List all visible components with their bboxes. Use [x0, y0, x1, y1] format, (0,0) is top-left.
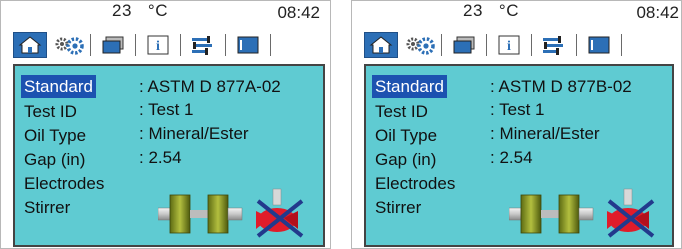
row-gap-label[interactable]: Gap (in)	[21, 148, 88, 171]
row-test-id-value: : Test 1	[490, 100, 545, 119]
row-gap-value: : 2.54	[139, 148, 182, 167]
tab-separator	[621, 34, 622, 56]
screen-left: 23 °C 08:42 i Standard: ASTM D 877A-02 …	[0, 0, 331, 249]
test-parameters-panel: Standard : ASTM D 877B-02 Test ID : Test…	[364, 64, 674, 247]
temperature-value: 23	[112, 1, 132, 20]
screen-right: 23 °C 08:42 i Standard: ASTM D 877B-02 …	[351, 0, 682, 249]
tab-info[interactable]: i	[490, 33, 528, 57]
tab-separator	[531, 34, 532, 56]
temperature-readout: 23 °C	[112, 1, 168, 21]
tab-chart[interactable]	[229, 33, 267, 57]
tab-bar: i	[13, 31, 274, 59]
temperature-unit: °C	[498, 1, 519, 20]
document-icon	[588, 36, 610, 54]
tab-separator	[90, 34, 91, 56]
info-icon: i	[147, 35, 169, 55]
electrodes-icon	[158, 194, 243, 234]
tab-separator	[135, 34, 136, 56]
test-parameters-panel: Standard : ASTM D 877A-02 Test ID : Test…	[13, 64, 325, 247]
row-oil-type-value: : Mineral/Ester	[490, 124, 600, 143]
tab-separator	[576, 34, 577, 56]
row-gap-value: : 2.54	[490, 148, 533, 167]
row-stirrer-label[interactable]: Stirrer	[372, 196, 424, 219]
electrodes-icon	[509, 194, 594, 234]
tab-info[interactable]: i	[139, 33, 177, 57]
tab-folder[interactable]	[445, 33, 483, 57]
tab-separator	[486, 34, 487, 56]
home-icon	[18, 36, 42, 54]
tab-separator	[180, 34, 181, 56]
svg-text:i: i	[156, 39, 160, 54]
row-standard-label[interactable]: Standard	[21, 75, 96, 98]
document-icon	[237, 36, 259, 54]
folder-icon	[453, 36, 475, 54]
tab-adjust[interactable]	[535, 33, 573, 57]
row-oil-type-label[interactable]: Oil Type	[372, 124, 440, 147]
clock: 08:42	[277, 3, 320, 22]
tab-separator	[441, 34, 442, 56]
stirrer-disabled-icon	[607, 188, 655, 238]
tab-folder[interactable]	[94, 33, 132, 57]
tab-bar: i	[364, 31, 625, 59]
row-test-id-label[interactable]: Test ID	[372, 100, 431, 123]
row-standard-value: : ASTM D 877B-02	[490, 77, 632, 96]
tab-settings[interactable]	[402, 33, 438, 57]
row-gap-label[interactable]: Gap (in)	[372, 148, 439, 171]
row-oil-type-value: : Mineral/Ester	[139, 124, 249, 143]
tab-separator	[270, 34, 271, 56]
tab-home[interactable]	[13, 32, 47, 58]
info-icon: i	[498, 35, 520, 55]
tab-settings[interactable]	[51, 33, 87, 57]
electrodes-stirrer-graphic	[509, 188, 655, 238]
stirrer-disabled-icon	[256, 188, 304, 238]
row-electrodes-label[interactable]: Electrodes	[372, 172, 458, 195]
home-icon	[369, 36, 393, 54]
tab-chart[interactable]	[580, 33, 618, 57]
temperature-readout: 23 °C	[463, 1, 519, 21]
temperature-unit: °C	[147, 1, 168, 20]
temperature-value: 23	[463, 1, 483, 20]
tab-separator	[225, 34, 226, 56]
sliders-icon	[543, 36, 563, 55]
row-test-id-label[interactable]: Test ID	[21, 100, 80, 123]
gears-icon	[406, 37, 435, 55]
tab-adjust[interactable]	[184, 33, 222, 57]
row-stirrer-label[interactable]: Stirrer	[21, 196, 73, 219]
row-standard-label[interactable]: Standard	[372, 75, 447, 98]
tab-home[interactable]	[364, 32, 398, 58]
folder-icon	[102, 36, 124, 54]
row-standard-value: : ASTM D 877A-02	[139, 77, 281, 96]
electrodes-stirrer-graphic	[158, 188, 304, 238]
row-oil-type-label[interactable]: Oil Type	[21, 124, 89, 147]
clock: 08:42	[636, 3, 679, 22]
gears-icon	[55, 37, 84, 55]
row-electrodes-label[interactable]: Electrodes	[21, 172, 107, 195]
sliders-icon	[192, 36, 212, 55]
row-test-id-value: : Test 1	[139, 100, 194, 119]
svg-text:i: i	[507, 39, 511, 54]
